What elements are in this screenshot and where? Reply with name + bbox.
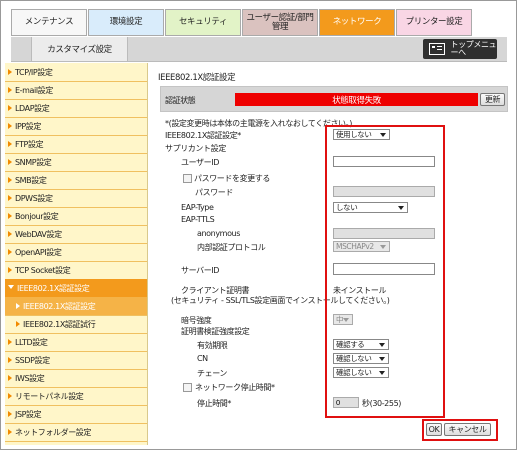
chevron-right-icon xyxy=(8,105,12,111)
chain-label: チェーン xyxy=(197,369,227,378)
cancel-button[interactable]: キャンセル xyxy=(444,423,491,436)
chevron-right-icon xyxy=(8,249,12,255)
sidebar-item-snmp[interactable]: SNMP設定 xyxy=(5,153,147,172)
chevron-right-icon xyxy=(8,195,12,201)
chevron-right-icon xyxy=(8,123,12,129)
top-menu-label: トップメニューへ xyxy=(450,40,497,57)
sidebar-item-net-folder[interactable]: ネットフォルダー設定 xyxy=(5,423,147,442)
chevron-right-icon xyxy=(8,375,12,381)
chevron-down-icon xyxy=(8,284,14,292)
sidebar-item-openapi[interactable]: OpenAPI設定 xyxy=(5,243,147,262)
chevron-right-icon xyxy=(8,411,12,417)
eap-ttls-label: EAP-TTLS xyxy=(181,215,215,224)
sidebar-item-ipp[interactable]: IPP設定 xyxy=(5,117,147,136)
chevron-right-icon xyxy=(8,429,12,435)
sidebar-item-ieee8021x[interactable]: IEEE802.1X認証設定 xyxy=(5,279,147,298)
sidebar-item-tcp-socket[interactable]: TCP Socket設定 xyxy=(5,261,147,280)
top-menu-button[interactable]: トップメニューへ xyxy=(423,39,497,59)
sidebar-item-lltd[interactable]: LLTD設定 xyxy=(5,333,147,352)
page-title: IEEE802.1X認証設定 xyxy=(158,73,236,83)
sidebar-item-tcpip[interactable]: TCP/IP設定 xyxy=(5,63,147,82)
chevron-right-icon xyxy=(16,321,20,327)
cert-verify-label: 証明書検証強度設定 xyxy=(181,327,250,336)
sidebar: TCP/IP設定 E-mail設定 LDAP設定 IPP設定 FTP設定 SNM… xyxy=(5,63,148,445)
auth-status-box: 認証状態 状態取得失敗 更新 xyxy=(160,86,508,112)
tab-customize[interactable]: カスタマイズ設定 xyxy=(31,37,128,62)
sidebar-subitem-ieee8021x-settings[interactable]: IEEE802.1X認証設定 xyxy=(5,297,147,316)
tab-printer[interactable]: プリンター設定 xyxy=(396,9,472,36)
chevron-right-icon xyxy=(8,87,12,93)
sidebar-item-smb[interactable]: SMB設定 xyxy=(5,171,147,190)
sidebar-item-webdav[interactable]: WebDAV設定 xyxy=(5,225,147,244)
user-id-label: ユーザーID xyxy=(181,158,219,167)
window-frame: メンテナンス 環境設定 セキュリティ ユーザー認証/部門管理 ネットワーク プリ… xyxy=(0,0,517,450)
network-stop-label: ネットワーク停止時間* xyxy=(195,383,275,392)
auth-status-value: 状態取得失敗 xyxy=(235,93,478,106)
stop-time-label: 停止時間* xyxy=(197,399,231,408)
sub-tab-bar: カスタマイズ設定 トップメニューへ xyxy=(11,37,507,62)
network-stop-checkbox[interactable] xyxy=(183,383,192,392)
validity-label: 有効期限 xyxy=(197,341,228,350)
chevron-right-icon xyxy=(8,393,12,399)
tab-user-auth[interactable]: ユーザー認証/部門管理 xyxy=(242,9,318,36)
sidebar-item-iws[interactable]: IWS設定 xyxy=(5,369,147,388)
anonymous-label: anonymous xyxy=(197,229,240,238)
chevron-right-icon xyxy=(8,141,12,147)
tab-environment[interactable]: 環境設定 xyxy=(88,9,164,36)
chevron-right-icon xyxy=(8,177,12,183)
cn-label: CN xyxy=(197,354,208,363)
chevron-right-icon xyxy=(8,339,12,345)
sidebar-item-ldap[interactable]: LDAP設定 xyxy=(5,99,147,118)
chevron-right-icon xyxy=(8,213,12,219)
restart-note: *(設定変更時は本体の主電源を入れなおしてください。) xyxy=(165,119,352,128)
sidebar-item-ftp[interactable]: FTP設定 xyxy=(5,135,147,154)
tab-security[interactable]: セキュリティ xyxy=(165,9,241,36)
server-id-label: サーバーID xyxy=(181,266,220,275)
top-menu-icon xyxy=(429,43,445,55)
eap-type-label: EAP-Type xyxy=(181,203,214,212)
sidebar-item-remote-panel[interactable]: リモートパネル設定 xyxy=(5,387,147,406)
main-panel: IEEE802.1X認証設定 認証状態 状態取得失敗 更新 *(設定変更時は本体… xyxy=(151,63,511,445)
refresh-button[interactable]: 更新 xyxy=(480,93,505,106)
sidebar-item-bonjour[interactable]: Bonjour設定 xyxy=(5,207,147,226)
sidebar-item-jsp[interactable]: JSP設定 xyxy=(5,405,147,424)
chevron-right-icon xyxy=(8,69,12,75)
chevron-right-icon xyxy=(8,159,12,165)
chevron-right-icon xyxy=(8,231,12,237)
sidebar-item-email[interactable]: E-mail設定 xyxy=(5,81,147,100)
auth-status-label: 認証状態 xyxy=(165,96,196,105)
ieee-setting-label: IEEE802.1X認証設定* xyxy=(165,131,241,140)
chevron-right-icon xyxy=(8,357,12,363)
tab-network[interactable]: ネットワーク xyxy=(319,9,395,36)
change-password-label: パスワードを変更する xyxy=(194,174,270,183)
change-password-checkbox[interactable] xyxy=(183,174,192,183)
tab-maintenance[interactable]: メンテナンス xyxy=(11,9,87,36)
password-label: パスワード xyxy=(195,188,233,197)
sidebar-item-ssdp[interactable]: SSDP設定 xyxy=(5,351,147,370)
chevron-right-icon xyxy=(8,267,12,273)
sidebar-item-dpws[interactable]: DPWS設定 xyxy=(5,189,147,208)
sidebar-subitem-ieee8021x-trial[interactable]: IEEE802.1X認証試行 xyxy=(5,315,147,334)
supplicant-label: サプリカント設定 xyxy=(165,144,226,153)
inner-protocol-label: 内部認証プロトコル xyxy=(197,243,266,252)
chevron-right-icon xyxy=(16,303,20,309)
encryption-label: 暗号強度 xyxy=(181,316,212,325)
highlight-frame xyxy=(325,125,445,418)
ok-button[interactable]: OK xyxy=(426,423,442,436)
